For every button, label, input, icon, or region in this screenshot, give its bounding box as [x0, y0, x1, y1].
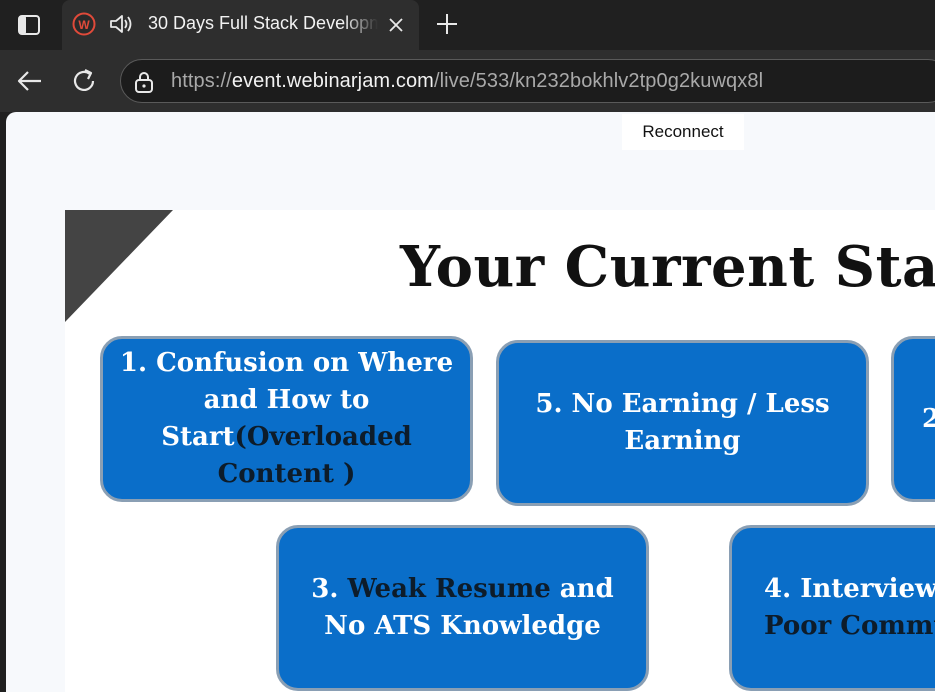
new-tab-icon[interactable]: [434, 11, 460, 37]
lock-icon[interactable]: [133, 70, 155, 94]
card-4-line-1: 4. Interview: [764, 574, 935, 604]
card-1-line-4: Content ): [217, 459, 356, 489]
card-5-line-1: 5. No Earning / Less: [535, 389, 830, 419]
card-1-line-3b: (Overloaded: [234, 422, 412, 452]
close-tab-icon[interactable]: [385, 14, 407, 36]
card-2-line-1: 2.: [922, 403, 935, 434]
card-weak-resume: 3. Weak Resume and No ATS Knowledge: [276, 525, 649, 691]
card-interview: 4. Interview Poor Commu: [729, 525, 935, 691]
url-text: https://event.webinarjam.com/live/533/kn…: [171, 70, 763, 93]
slide-title: Your Current State: [400, 234, 935, 300]
svg-text:W: W: [78, 18, 90, 32]
navigation-toolbar: https://event.webinarjam.com/live/533/kn…: [0, 50, 935, 112]
card-3-dark: Weak Resume: [347, 574, 551, 604]
presentation-slide: Your Current State 1. Confusion on Where…: [65, 210, 935, 692]
card-1-line-1: 1. Confusion on Where: [119, 348, 454, 378]
speaker-icon[interactable]: [108, 12, 134, 36]
url-domain: event.webinarjam.com: [231, 70, 434, 92]
card-5-line-2: Earning: [624, 426, 741, 456]
address-bar[interactable]: https://event.webinarjam.com/live/533/kn…: [120, 59, 935, 103]
card-confusion: 1. Confusion on Where and How to Start(O…: [100, 336, 473, 502]
card-3-line-2: No ATS Knowledge: [324, 611, 601, 641]
url-path: /live/533/kn232bokhlv2tp0g2kuwqx8l: [433, 70, 764, 92]
card-4-line-2: Poor Commu: [764, 611, 935, 641]
url-scheme: https://: [171, 70, 232, 92]
back-arrow-icon[interactable]: [14, 66, 46, 96]
tab-title: 30 Days Full Stack Development: [148, 13, 378, 33]
reload-icon[interactable]: [68, 65, 100, 97]
card-no-earning: 5. No Earning / Less Earning: [496, 340, 869, 506]
card-1-line-3a: Start: [161, 422, 235, 452]
card-1-line-2: and How to: [203, 385, 370, 415]
card-3-suffix: and: [550, 574, 614, 604]
webinarjam-logo-icon: W: [72, 12, 96, 36]
card-3-prefix: 3.: [311, 574, 348, 604]
reconnect-button[interactable]: Reconnect: [622, 114, 744, 150]
tab-bar: W 30 Days Full Stack Development: [0, 0, 935, 50]
tab-actions-icon[interactable]: [14, 11, 44, 39]
active-tab[interactable]: W 30 Days Full Stack Development: [62, 0, 419, 50]
card-item-2: 2.: [891, 336, 935, 502]
page-viewport: Reconnect Your Current State 1. Confusio…: [6, 112, 935, 692]
slide-corner-decoration: [65, 210, 173, 322]
